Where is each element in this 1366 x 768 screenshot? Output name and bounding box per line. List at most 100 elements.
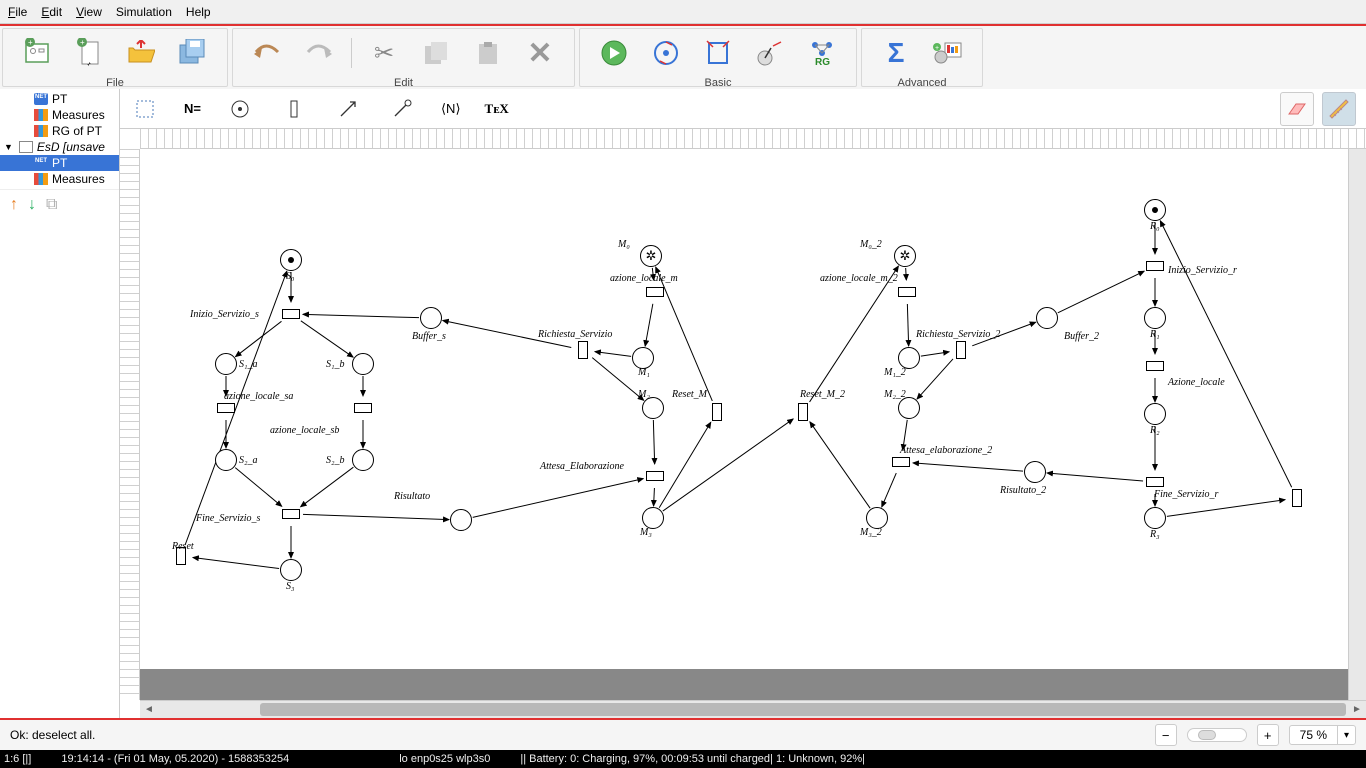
petri-node[interactable] (1024, 461, 1046, 483)
menu-simulation[interactable]: Simulation (116, 5, 172, 19)
tree-item-rg[interactable]: RG of PT (0, 123, 119, 139)
tree-item-pt[interactable]: PT (0, 91, 119, 107)
petri-label: Reset_M_2 (800, 389, 845, 400)
petri-label: S₁_a (239, 359, 257, 370)
zoom-in-button[interactable]: + (1257, 724, 1279, 746)
petri-node[interactable] (892, 457, 910, 467)
petri-node[interactable] (215, 353, 237, 375)
menu-file[interactable]: FFileile (8, 5, 27, 19)
petri-node[interactable] (642, 397, 664, 419)
petri-node[interactable] (1292, 489, 1302, 507)
petri-node[interactable] (1036, 307, 1058, 329)
petri-node[interactable] (866, 507, 888, 529)
petri-node[interactable] (578, 341, 588, 359)
tree-item-measures-2[interactable]: Measures (0, 171, 119, 187)
transition-tool[interactable] (279, 94, 309, 124)
zoom-out-button[interactable]: − (1155, 724, 1177, 746)
scroll-thumb[interactable] (260, 703, 1346, 716)
petri-node[interactable] (642, 507, 664, 529)
petri-node[interactable] (1146, 261, 1164, 271)
petri-node[interactable] (956, 341, 966, 359)
petri-node[interactable] (798, 403, 808, 421)
eraser-button[interactable] (1280, 92, 1314, 126)
move-up-button[interactable]: ↑ (10, 196, 18, 214)
petri-node[interactable] (1146, 361, 1164, 371)
petri-node[interactable] (898, 397, 920, 419)
delete-button[interactable]: ✕ (520, 33, 560, 73)
cut-button[interactable]: ✂ (364, 33, 404, 73)
petri-node[interactable] (280, 559, 302, 581)
angle-n-tool[interactable]: ⟨N⟩ (441, 94, 461, 124)
petri-node[interactable] (450, 509, 472, 531)
petri-node[interactable] (280, 249, 302, 271)
menu-edit[interactable]: Edit (41, 5, 62, 19)
scrollbar-horizontal[interactable]: ◄ ► (140, 700, 1366, 718)
petri-node[interactable] (898, 347, 920, 369)
menu-help[interactable]: Help (186, 5, 211, 19)
zoom-select[interactable]: 75 % ▾ (1289, 725, 1356, 745)
new-net-button[interactable]: + (17, 33, 57, 73)
tex-tool[interactable]: TᴇX (485, 94, 509, 124)
scroll-left-arrow[interactable]: ◄ (140, 701, 158, 718)
scrollbar-vertical[interactable] (1348, 149, 1366, 700)
n-assign-tool[interactable]: N= (184, 94, 201, 124)
duplicate-button[interactable]: ⧉ (46, 196, 57, 214)
petri-node[interactable] (712, 403, 722, 421)
editor-toolstrip: N= ⟨N⟩ TᴇX (120, 89, 1366, 129)
tree-item-measures[interactable]: Measures (0, 107, 119, 123)
petri-node[interactable] (1144, 507, 1166, 529)
copy-button[interactable] (416, 33, 456, 73)
petri-node[interactable] (1146, 477, 1164, 487)
petri-node[interactable] (646, 471, 664, 481)
paste-button[interactable] (468, 33, 508, 73)
petri-node[interactable] (898, 287, 916, 297)
arc-tool[interactable] (333, 94, 363, 124)
petri-label: R₃ (1150, 529, 1160, 540)
petri-node[interactable] (1144, 403, 1166, 425)
place-tool[interactable] (225, 94, 255, 124)
structural-button[interactable] (646, 33, 686, 73)
sigma-button[interactable]: Σ (876, 33, 916, 73)
petri-label: Inizio_Servizio_s (190, 309, 259, 320)
select-tool[interactable] (130, 94, 160, 124)
petri-node[interactable] (420, 307, 442, 329)
ruler-toggle-button[interactable] (1322, 92, 1356, 126)
petri-node[interactable] (215, 449, 237, 471)
petri-net-canvas[interactable]: S₀Buffer_sS₁_aS₁_bS₂_aS₂_bRisultatoS₃M₁M… (140, 149, 1366, 669)
petri-node[interactable] (1144, 199, 1166, 221)
petri-label: Attesa_elaborazione_2 (900, 445, 992, 456)
measure-button[interactable] (750, 33, 790, 73)
rg-button[interactable]: RG (802, 33, 842, 73)
zoom-slider[interactable] (1187, 728, 1247, 742)
petri-node[interactable] (282, 509, 300, 519)
move-down-button[interactable]: ↓ (28, 196, 36, 214)
canvas-viewport[interactable]: S₀Buffer_sS₁_aS₁_bS₂_aS₂_bRisultatoS₃M₁M… (140, 149, 1366, 700)
petri-node[interactable] (632, 347, 654, 369)
save-all-button[interactable] (173, 33, 213, 73)
petri-node[interactable] (640, 245, 662, 267)
tree-item-pt-selected[interactable]: PT (0, 155, 119, 171)
petri-node[interactable] (282, 309, 300, 319)
measures-icon (34, 109, 48, 121)
project-tree[interactable]: PT Measures RG of PT ▼EsD [unsave PT Mea… (0, 89, 119, 189)
config-button[interactable]: + (928, 33, 968, 73)
play-button[interactable] (594, 33, 634, 73)
scroll-right-arrow[interactable]: ► (1348, 701, 1366, 718)
petri-node[interactable] (646, 287, 664, 297)
petri-node[interactable] (1144, 307, 1166, 329)
redo-button[interactable] (299, 33, 339, 73)
tree-item-esd[interactable]: ▼EsD [unsave (0, 139, 119, 155)
menu-view[interactable]: View (76, 5, 102, 19)
petri-node[interactable] (354, 403, 372, 413)
petri-node[interactable] (217, 403, 235, 413)
petri-node[interactable] (352, 449, 374, 471)
inhibitor-tool[interactable] (387, 94, 417, 124)
open-button[interactable] (121, 33, 161, 73)
zoom-dropdown-icon[interactable]: ▾ (1337, 726, 1355, 744)
petri-node[interactable] (352, 353, 374, 375)
undo-button[interactable] (247, 33, 287, 73)
bounds-button[interactable] (698, 33, 738, 73)
sidebar-actions: ↑ ↓ ⧉ (0, 189, 119, 220)
petri-node[interactable] (894, 245, 916, 267)
new-page-button[interactable]: + (69, 33, 109, 73)
